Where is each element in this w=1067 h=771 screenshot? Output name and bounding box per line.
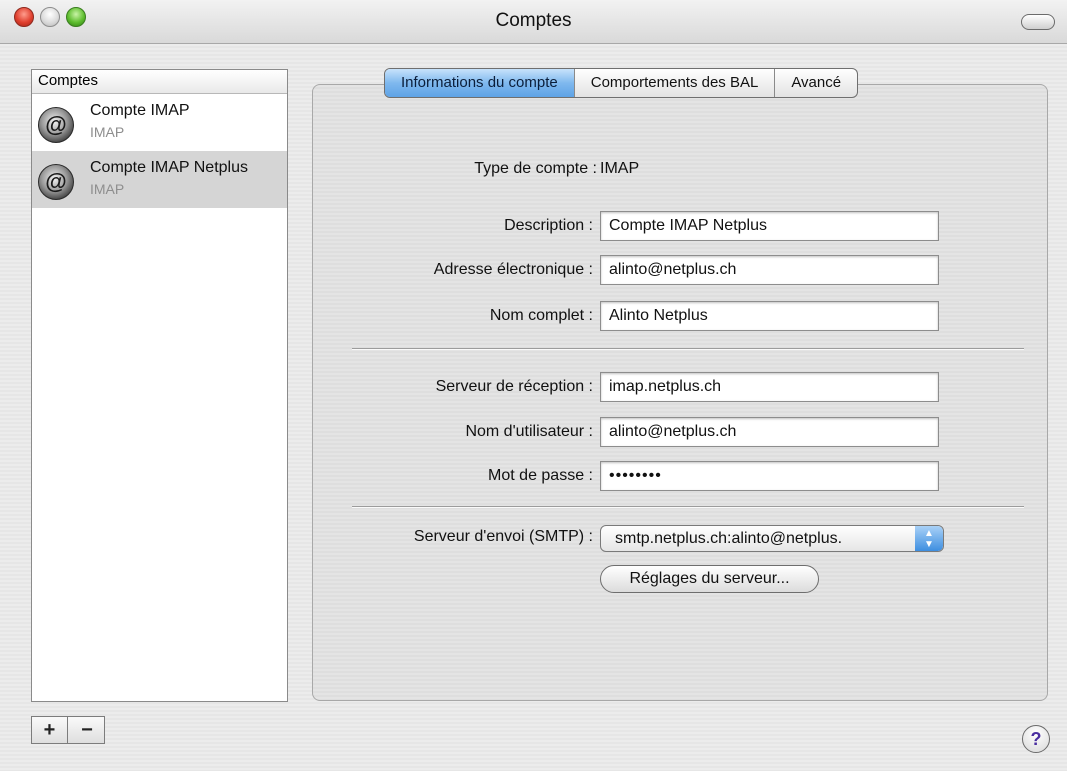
username-label: Nom d'utilisateur :	[465, 423, 593, 440]
account-type: IMAP	[90, 124, 125, 140]
email-label: Adresse électronique :	[433, 261, 593, 278]
description-label: Description :	[504, 217, 593, 234]
mail-preferences-window: Comptes Comptes @ Compte IMAP IMAP @ Com…	[0, 0, 1067, 771]
server-settings-button[interactable]: Réglages du serveur...	[600, 565, 819, 593]
account-name: Compte IMAP Netplus	[90, 159, 248, 176]
username-field[interactable]	[600, 417, 939, 447]
separator	[352, 506, 1024, 508]
tab-account-information[interactable]: Informations du compte	[385, 69, 575, 97]
tab-advanced[interactable]: Avancé	[775, 69, 857, 97]
settings-tabs: Informations du compte Comportements des…	[384, 68, 859, 98]
account-type-label: Type de compte :	[474, 160, 597, 177]
email-field[interactable]	[600, 255, 939, 285]
accounts-list[interactable]: Comptes @ Compte IMAP IMAP @ Compte IMAP…	[31, 69, 288, 702]
toolbar-toggle-button[interactable]	[1021, 14, 1055, 30]
smtp-server-label: Serveur d'envoi (SMTP) :	[413, 528, 593, 545]
title-bar[interactable]: Comptes	[0, 0, 1067, 44]
account-type: IMAP	[90, 181, 125, 197]
separator	[352, 348, 1024, 350]
description-field[interactable]	[600, 211, 939, 241]
add-remove-buttons: + −	[31, 716, 105, 744]
account-row-compte-imap[interactable]: @ Compte IMAP IMAP	[32, 94, 287, 151]
password-label: Mot de passe :	[488, 467, 593, 484]
tab-mailbox-behaviors[interactable]: Comportements des BAL	[575, 69, 776, 97]
incoming-server-label: Serveur de réception :	[435, 378, 593, 395]
updown-arrows-icon: ▲ ▼	[915, 526, 943, 551]
incoming-server-field[interactable]	[600, 372, 939, 402]
accounts-list-header: Comptes	[32, 70, 287, 94]
full-name-label: Nom complet :	[489, 307, 593, 324]
at-sign-icon: @	[38, 107, 74, 143]
password-field[interactable]	[600, 461, 939, 491]
smtp-server-value: smtp.netplus.ch:alinto@netplus.	[615, 530, 843, 547]
add-account-button[interactable]: +	[32, 717, 68, 743]
full-name-field[interactable]	[600, 301, 939, 331]
at-sign-icon: @	[38, 164, 74, 200]
smtp-server-popup[interactable]: smtp.netplus.ch:alinto@netplus. ▲ ▼	[600, 525, 944, 552]
account-name: Compte IMAP	[90, 102, 190, 119]
account-type-value: IMAP	[600, 160, 640, 177]
help-button[interactable]: ?	[1022, 725, 1050, 753]
remove-account-button[interactable]: −	[69, 717, 105, 743]
window-title: Comptes	[495, 10, 572, 31]
account-row-compte-imap-netplus[interactable]: @ Compte IMAP Netplus IMAP	[32, 151, 287, 208]
